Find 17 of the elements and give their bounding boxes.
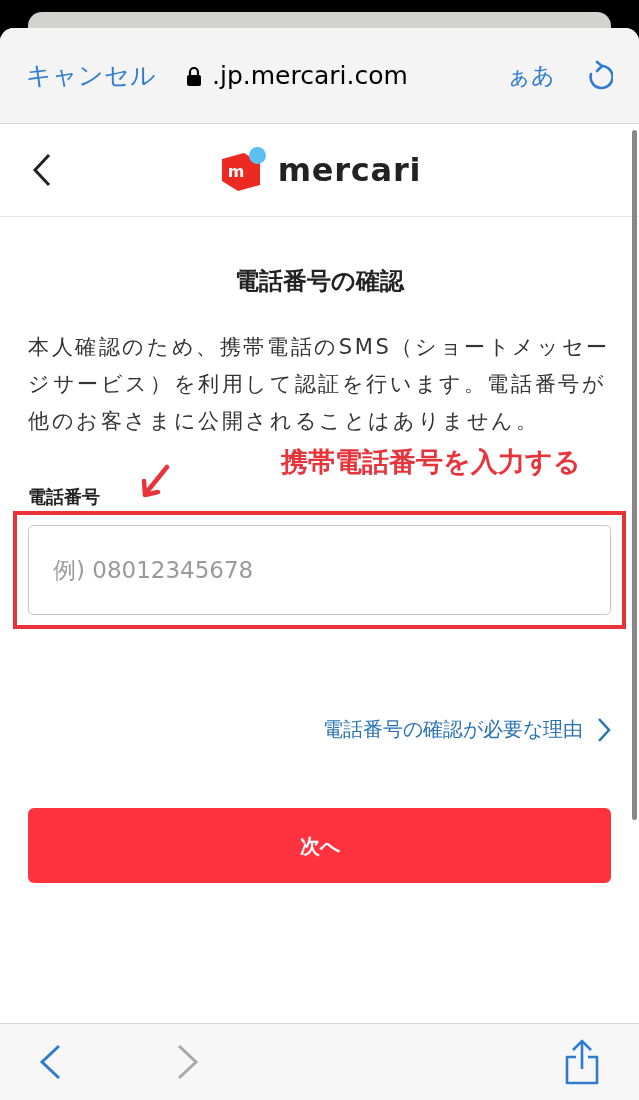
reason-link[interactable]: 電話番号の確認が必要な理由 bbox=[323, 715, 611, 745]
annotation-text: 携帯電話番号を入力する bbox=[281, 445, 581, 479]
logo-text: mercari bbox=[277, 150, 422, 191]
url-text[interactable]: .jp.mercari.com bbox=[212, 56, 408, 95]
phone-input[interactable]: 例) 08012345678 bbox=[28, 525, 611, 615]
text-size-button[interactable]: ぁあ bbox=[507, 58, 555, 93]
page-title: 電話番号の確認 bbox=[234, 266, 406, 297]
cancel-button[interactable]: キャンセル bbox=[26, 56, 156, 95]
share-icon[interactable] bbox=[563, 1039, 601, 1085]
description-text: 本人確認のため、携帯電話のSMS（ショートメッセージサービス）を利用して認証を行います。電話番号が他のお客さまに公開されることはありません。 bbox=[28, 334, 611, 435]
back-button[interactable] bbox=[38, 1044, 62, 1080]
lock-icon bbox=[186, 65, 202, 86]
annotation-arrow bbox=[140, 464, 170, 498]
back-icon[interactable] bbox=[32, 153, 52, 187]
next-button[interactable]: 次へ bbox=[28, 808, 611, 884]
field-label: 電話番号 bbox=[28, 485, 101, 509]
chevron-icon bbox=[597, 716, 611, 743]
